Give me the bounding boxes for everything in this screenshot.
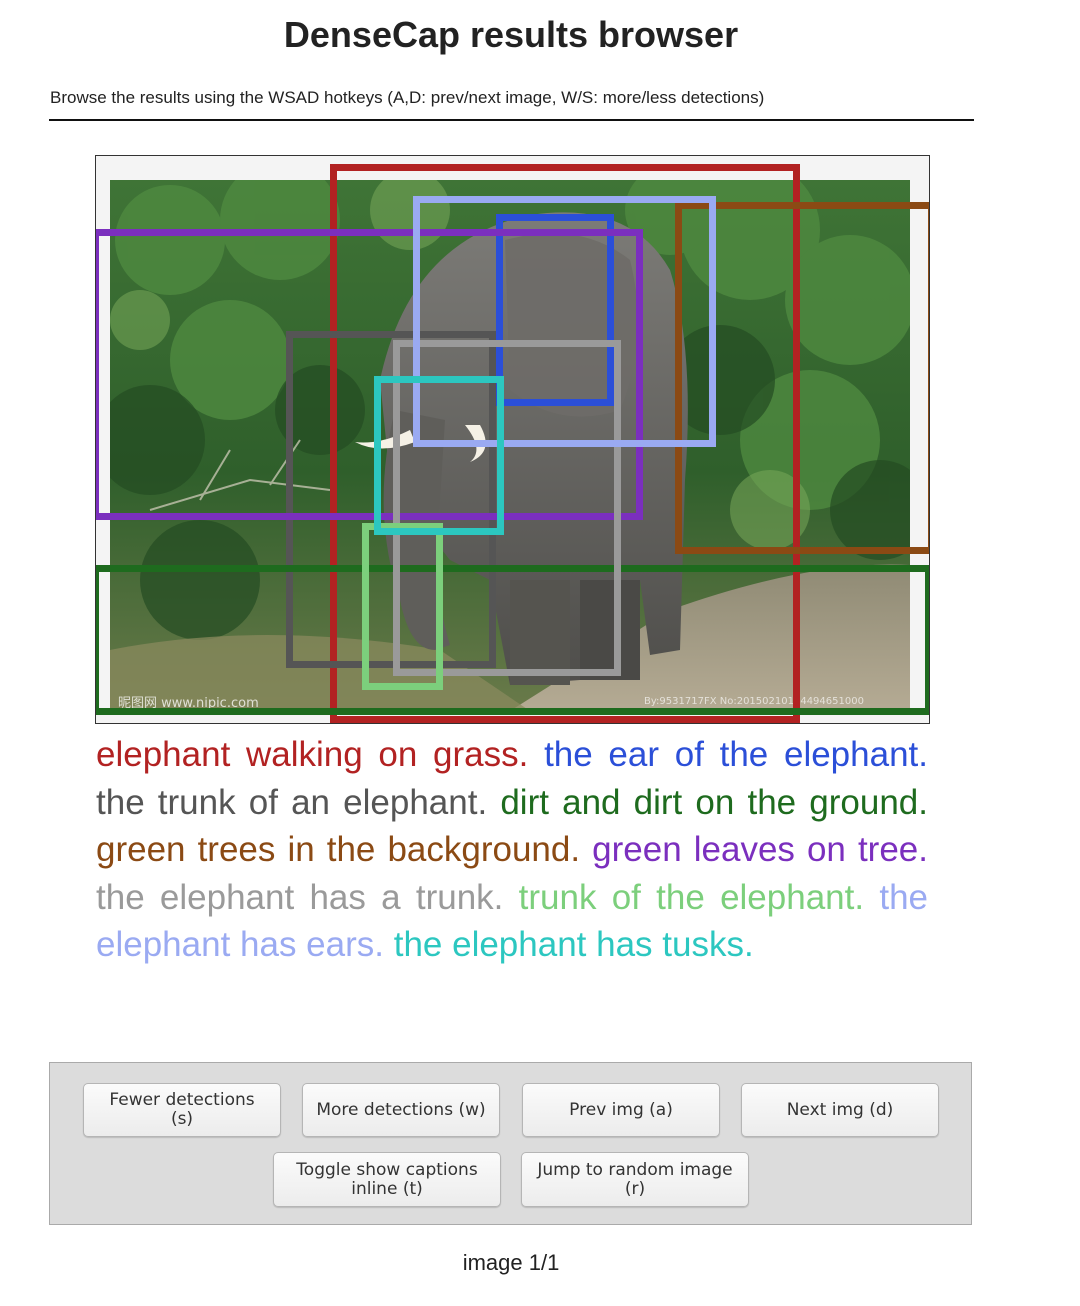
prev-image-button[interactable]: Prev img (a) [522, 1083, 720, 1137]
caption-6: green leaves on tree. [592, 830, 928, 869]
detection-box-tusks [374, 376, 504, 535]
fewer-detections-button[interactable]: Fewer detections (s) [83, 1083, 281, 1137]
caption-3: the trunk of an elephant. [96, 782, 488, 822]
random-image-button[interactable]: Jump to random image (r) [521, 1152, 749, 1207]
caption-5: green trees in the background. [96, 830, 581, 869]
page-title: DenseCap results browser [283, 14, 739, 55]
image-counter: image 1/1 [462, 1250, 560, 1275]
caption-4: dirt and dirt on the ground. [500, 782, 928, 822]
caption-2: the ear of the elephant. [544, 735, 928, 774]
toggle-captions-button[interactable]: Toggle show captions inline (t) [273, 1152, 501, 1207]
image-viewer: 昵图网 www.nipic.com By:9531717FX No:201502… [95, 155, 930, 724]
caption-8: trunk of the elephant. [518, 877, 865, 917]
header-divider [49, 119, 974, 121]
more-detections-button[interactable]: More detections (w) [302, 1083, 500, 1137]
hotkey-instructions: Browse the results using the WSAD hotkey… [50, 88, 765, 107]
detection-box-trunk-lower [362, 523, 443, 690]
control-panel: Fewer detections (s) More detections (w)… [49, 1062, 972, 1225]
caption-1: elephant walking on grass. [96, 735, 529, 774]
caption-list: elephant walking on grass. the ear of th… [96, 731, 928, 969]
caption-7: the elephant has a trunk. [96, 877, 504, 917]
caption-10: the elephant has tusks. [393, 925, 754, 964]
next-image-button[interactable]: Next img (d) [741, 1083, 939, 1137]
